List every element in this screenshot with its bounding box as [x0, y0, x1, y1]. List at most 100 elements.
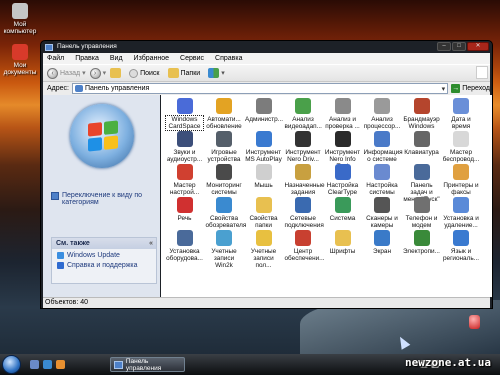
desktop-icon-my-computer[interactable]: Мой компьютер	[0, 3, 40, 35]
control-panel-item[interactable]: Автомати... обновление	[206, 98, 243, 130]
control-panel-item[interactable]: Анализ процессор...	[364, 98, 401, 130]
address-label: Адрес:	[47, 85, 69, 92]
menu-file[interactable]: Файл	[47, 53, 64, 64]
desktop-icon-my-documents[interactable]: Мои документы	[0, 44, 40, 76]
menu-tools[interactable]: Сервис	[180, 53, 204, 64]
windows-update-link[interactable]: Windows Update	[52, 249, 156, 259]
nero-info-icon	[334, 131, 351, 147]
collapse-chevron-icon[interactable]: «	[149, 238, 153, 249]
control-panel-item[interactable]: Дата и время	[443, 98, 480, 130]
control-panel-item[interactable]: Экран	[364, 230, 401, 255]
control-panel-item[interactable]: Центр обеспечени...	[285, 230, 325, 262]
user-accounts-2k-icon	[216, 230, 232, 246]
control-panel-item[interactable]: Инструмент Nero Driv...	[285, 131, 322, 163]
back-button[interactable]: ‹ Назад ▾	[47, 67, 86, 80]
control-panel-item[interactable]: Система	[324, 197, 361, 222]
control-panel-item[interactable]: Принтеры и факсы	[443, 164, 480, 196]
control-panel-icon	[45, 44, 53, 51]
close-button[interactable]: ✕	[467, 42, 489, 51]
security-center-icon	[295, 230, 311, 246]
go-button[interactable]: → Переход	[451, 84, 490, 93]
control-panel-item[interactable]: Мониторинг системы	[206, 164, 243, 196]
address-dropdown-icon[interactable]: ▾	[442, 85, 448, 93]
control-panel-item[interactable]: Телефон и модем	[403, 197, 440, 229]
search-button[interactable]: Поиск	[129, 67, 160, 80]
show-desktop-icon[interactable]	[30, 360, 39, 369]
window-titlebar[interactable]: Панель управления – □ ✕	[41, 41, 492, 53]
minimize-button[interactable]: –	[437, 42, 451, 51]
views-button[interactable]: ▾	[208, 67, 225, 80]
mouse-icon	[255, 164, 272, 180]
taskbar-task-control-panel[interactable]: Панель управления	[110, 357, 185, 372]
control-panel-item[interactable]: Свойства папки	[245, 197, 282, 229]
category-view-icon	[51, 192, 59, 200]
menu-view[interactable]: Вид	[110, 53, 123, 64]
system-monitor-icon	[216, 164, 232, 180]
control-panel-item[interactable]: Клавиатура	[403, 131, 440, 156]
control-panel-item[interactable]: Речь	[166, 197, 203, 222]
auto-update-icon	[216, 98, 232, 114]
control-panel-item[interactable]: Мастер настрой...	[166, 164, 203, 196]
control-panel-item[interactable]: Настройка системы	[364, 164, 401, 196]
control-panel-item[interactable]: Свойства обозревателя	[206, 197, 246, 229]
control-panel-item[interactable]: Сетевые подключения	[285, 197, 324, 229]
help-support-link[interactable]: Справка и поддержка	[52, 259, 156, 269]
system-settings-icon	[374, 164, 390, 180]
task-pane: Переключение к виду по категориям См. та…	[43, 95, 160, 297]
control-panel-item[interactable]: Настройка ClearType	[324, 164, 361, 196]
my-documents-icon	[12, 44, 28, 60]
control-panel-item[interactable]: Установка и удаление...	[443, 197, 480, 229]
menu-help[interactable]: Справка	[215, 53, 242, 64]
forward-dropdown-icon[interactable]: ▾	[103, 69, 107, 77]
address-value: Панель управления	[84, 85, 150, 92]
regional-icon	[453, 230, 469, 246]
status-text: Объектов: 40	[45, 299, 89, 306]
control-panel-item[interactable]: Сканеры и камеры	[364, 197, 401, 229]
control-panel-item[interactable]: Мышь	[245, 164, 282, 189]
forward-button[interactable]: › ▾	[89, 67, 107, 80]
taskbar-start-icon	[413, 164, 430, 180]
control-panel-item-label: Windows CardSpace	[165, 115, 204, 131]
views-dropdown-icon: ▾	[221, 70, 225, 77]
maximize-button[interactable]: □	[452, 42, 466, 51]
user-accounts-icon	[255, 230, 272, 246]
switch-to-category-view-link[interactable]: Переключение к виду по категориям	[51, 192, 160, 206]
control-panel-item[interactable]: Звуки и аудиоустр...	[166, 131, 203, 163]
control-panel-item[interactable]: Электропи...	[403, 230, 440, 255]
menu-edit[interactable]: Правка	[75, 53, 99, 64]
control-panel-item-label: Принтеры и факсы	[443, 182, 479, 196]
control-panel-item[interactable]: Инструмент MS AutoPlay	[245, 131, 282, 163]
control-panel-item-label: Установка и удаление...	[443, 215, 479, 229]
control-panel-item[interactable]: Учетные записи пол...	[245, 230, 282, 269]
back-dropdown-icon[interactable]: ▾	[82, 69, 86, 77]
address-field[interactable]: Панель управления ▾	[71, 83, 449, 94]
control-panel-item[interactable]: Учетные записи Win2k	[206, 230, 243, 269]
start-button[interactable]	[2, 355, 21, 374]
control-panel-item[interactable]: Анализ видеоадап...	[285, 98, 322, 130]
control-panel-item[interactable]: Шрифты	[324, 230, 361, 255]
desktop-icon-recycle-bin[interactable]	[462, 315, 486, 331]
control-panel-item[interactable]: Игровые устройства	[206, 131, 243, 163]
control-panel-item[interactable]: Информация о системе	[364, 131, 403, 163]
back-label: Назад	[60, 69, 81, 77]
add-remove-icon	[453, 197, 469, 213]
control-panel-item[interactable]: Назначенные задания	[285, 164, 325, 196]
control-panel-item[interactable]: Язык и региональ...	[443, 230, 480, 262]
up-button[interactable]	[110, 67, 122, 80]
nero-drive-icon	[295, 131, 311, 147]
my-computer-icon	[12, 3, 28, 19]
folders-button[interactable]: Папки	[167, 67, 200, 80]
control-panel-item[interactable]: Брандмауэр Windows	[403, 98, 440, 130]
control-panel-item-label: Учетные записи пол...	[250, 248, 277, 269]
media-player-icon[interactable]	[56, 360, 65, 369]
internet-explorer-icon[interactable]	[43, 360, 52, 369]
control-panel-item[interactable]: Мастер беспровод...	[443, 131, 480, 163]
control-panel-item[interactable]: Windows CardSpace	[165, 98, 204, 131]
folder-options-icon	[255, 197, 272, 213]
control-panel-item[interactable]: Установка оборудова...	[166, 230, 203, 262]
see-also-header[interactable]: См. также «	[52, 238, 156, 249]
control-panel-item-label: Свойства папки	[249, 215, 278, 229]
control-panel-item[interactable]: Администр...	[245, 98, 283, 123]
control-panel-item[interactable]: Анализ и проверка ...	[324, 98, 361, 130]
menu-favorites[interactable]: Избранное	[134, 53, 169, 64]
